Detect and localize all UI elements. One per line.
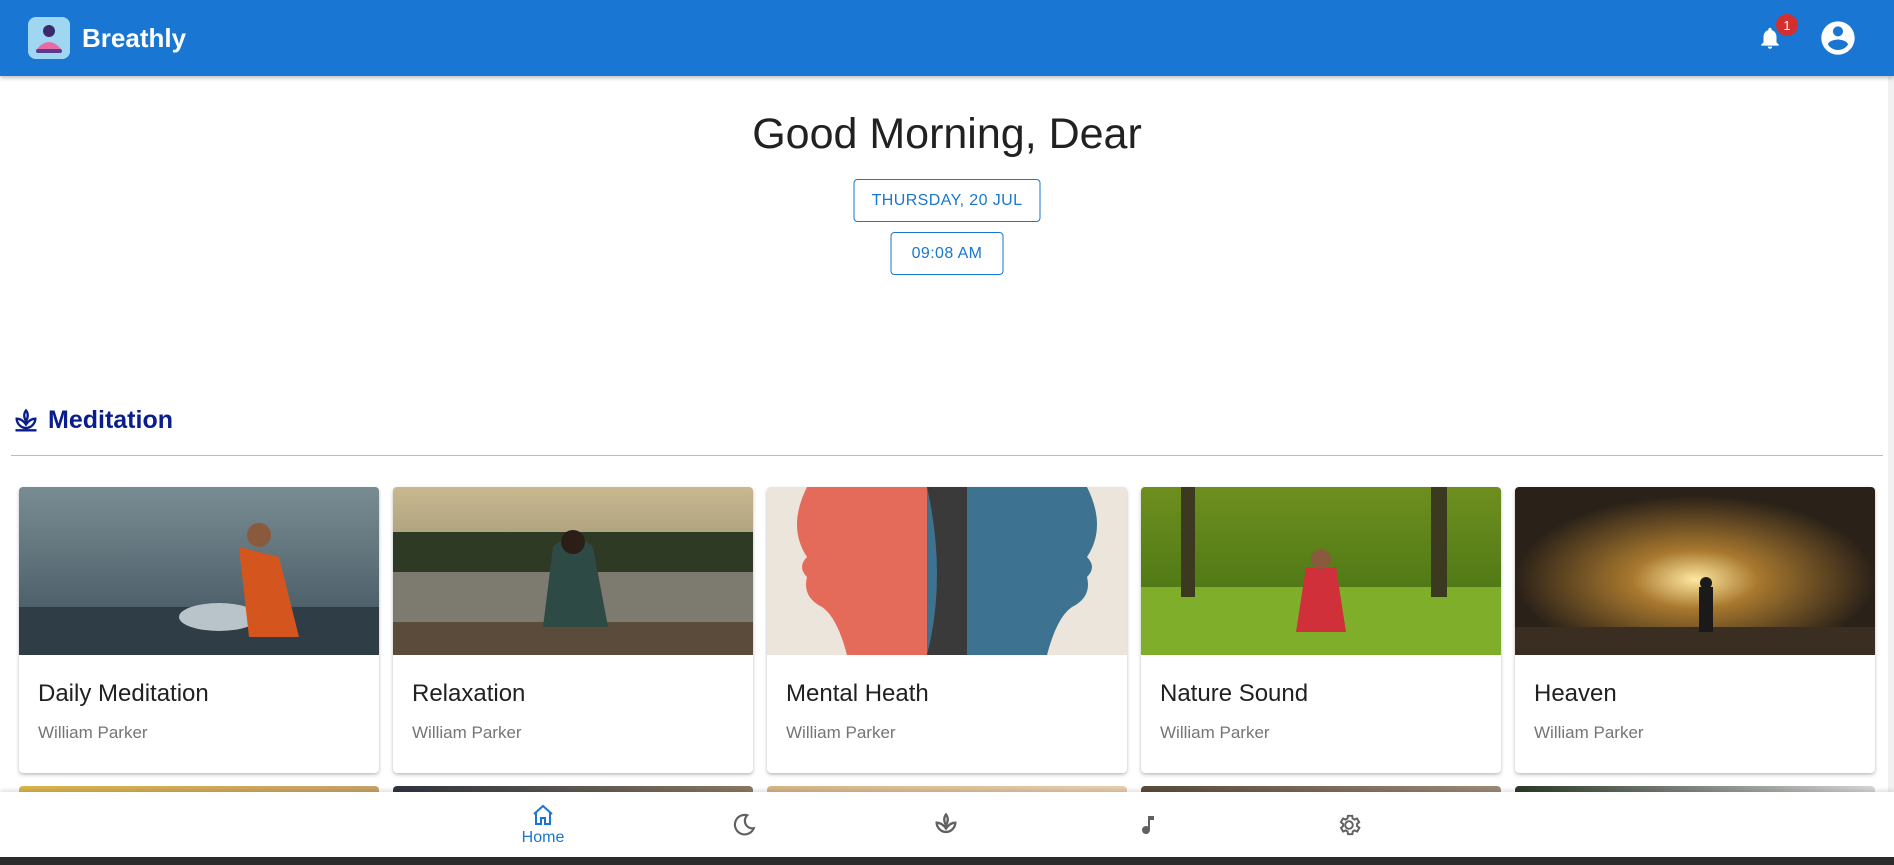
notification-badge: 1: [1776, 14, 1798, 36]
lotus-icon: [935, 812, 957, 833]
app-title: Breathly: [82, 22, 187, 53]
card-author: William Parker: [38, 723, 148, 742]
card-heaven[interactable]: Heaven William Parker: [1515, 487, 1875, 773]
scrollbar-track[interactable]: [1888, 76, 1894, 857]
card-image: [1515, 487, 1875, 655]
section-title: Meditation: [48, 406, 173, 434]
account-circle-icon: [1821, 21, 1855, 55]
card-author: William Parker: [786, 723, 896, 742]
section-divider: [11, 455, 1883, 456]
card-daily-meditation[interactable]: Daily Meditation William Parker: [19, 487, 379, 773]
home-icon: [533, 804, 553, 825]
card-image: [393, 487, 753, 655]
date-chip: THURSDAY, 20 JUL: [853, 179, 1041, 222]
card-author: William Parker: [1160, 723, 1270, 742]
card-title: Heaven: [1534, 680, 1617, 707]
section-header: Meditation: [12, 406, 173, 435]
time-chip: 09:08 AM: [890, 232, 1004, 275]
card-author: William Parker: [1534, 723, 1644, 742]
card-title: Daily Meditation: [38, 680, 209, 707]
card-relaxation[interactable]: Relaxation William Parker: [393, 487, 753, 773]
nav-home[interactable]: Home: [483, 792, 603, 857]
gear-icon: [1339, 814, 1361, 835]
account-button[interactable]: [1818, 18, 1858, 58]
nav-meditation[interactable]: [886, 792, 1006, 857]
lotus-icon: [15, 408, 37, 431]
app-bar: Breathly 1: [0, 0, 1894, 76]
card-image: [1141, 487, 1501, 655]
music-note-icon: [1142, 815, 1154, 834]
notifications-button[interactable]: 1: [1752, 14, 1798, 56]
moon-icon: [733, 813, 756, 835]
greeting-title: Good Morning, Dear: [752, 110, 1142, 158]
nav-sleep[interactable]: [684, 792, 804, 857]
bottom-navigation: Home: [0, 792, 1894, 857]
window-bottom-edge: [0, 857, 1894, 865]
card-image: [767, 487, 1127, 655]
card-author: William Parker: [412, 723, 522, 742]
card-title: Relaxation: [412, 680, 526, 707]
card-nature-sound[interactable]: Nature Sound William Parker: [1141, 487, 1501, 773]
app-logo: [28, 17, 70, 59]
card-mental-heath[interactable]: Mental Heath William Parker: [767, 487, 1127, 773]
card-image: [19, 487, 379, 655]
card-title: Nature Sound: [1160, 680, 1309, 707]
card-title: Mental Heath: [786, 680, 929, 707]
nav-home-label: Home: [521, 828, 565, 846]
app-root: Breathly 1 Good Morning, Dear THURSDAY, …: [0, 0, 1894, 865]
nav-settings[interactable]: [1289, 792, 1409, 857]
nav-music[interactable]: [1088, 792, 1208, 857]
